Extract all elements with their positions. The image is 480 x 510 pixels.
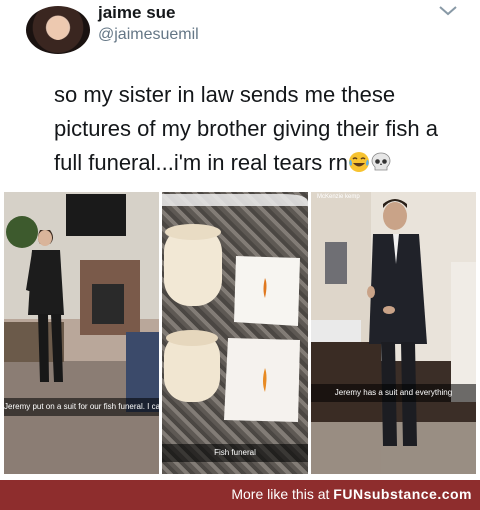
photo-grid: Jeremy put on a suit for our fish funera…: [0, 192, 480, 478]
footer-brand[interactable]: FUNsubstance.com: [333, 486, 472, 502]
photo-fish-on-napkins[interactable]: Fish funeral: [162, 192, 308, 474]
bathroom-scene: [311, 192, 476, 474]
fish-funeral-scene: [162, 194, 308, 422]
tweet-text-line: so my sister in law sends me these: [54, 82, 396, 107]
tweet-header: jaime sue @jaimesuemil: [0, 0, 480, 70]
photo-caption: Jeremy has a suit and everything: [311, 384, 476, 402]
tweet-text-line: pictures of my brother giving their fish…: [54, 116, 438, 141]
tears-of-joy-emoji-icon: [348, 152, 369, 172]
tweet-text-span: full funeral...i'm in real tears rn: [54, 150, 348, 175]
photo-man-in-suit-living-room[interactable]: Jeremy put on a suit for our fish funera…: [4, 192, 159, 474]
skull-emoji-icon: [371, 152, 391, 171]
photo-caption: Fish funeral: [162, 444, 308, 462]
tweet-text-line: full funeral...i'm in real tears rn: [54, 146, 464, 180]
avatar-face: [48, 16, 68, 40]
footer-prefix: More like this at: [231, 486, 334, 502]
snapchat-name-tag: McKenzie kemp: [317, 194, 360, 200]
footer-text: More like this at FUNsubstance.com: [231, 486, 472, 502]
photo-caption: Jeremy put on a suit for our fish funera…: [4, 398, 159, 416]
living-room-scene: [4, 194, 159, 412]
chevron-down-icon[interactable]: [437, 3, 459, 19]
footer-bar[interactable]: More like this at FUNsubstance.com: [0, 480, 480, 510]
display-name[interactable]: jaime sue: [98, 3, 176, 23]
avatar[interactable]: [26, 6, 90, 54]
photo-man-in-suit-bathroom[interactable]: McKenzie kemp Jeremy has a suit and ever…: [311, 192, 476, 474]
tweet-text: so my sister in law sends me these pictu…: [54, 78, 464, 180]
user-handle[interactable]: @jaimesuemil: [98, 26, 199, 44]
